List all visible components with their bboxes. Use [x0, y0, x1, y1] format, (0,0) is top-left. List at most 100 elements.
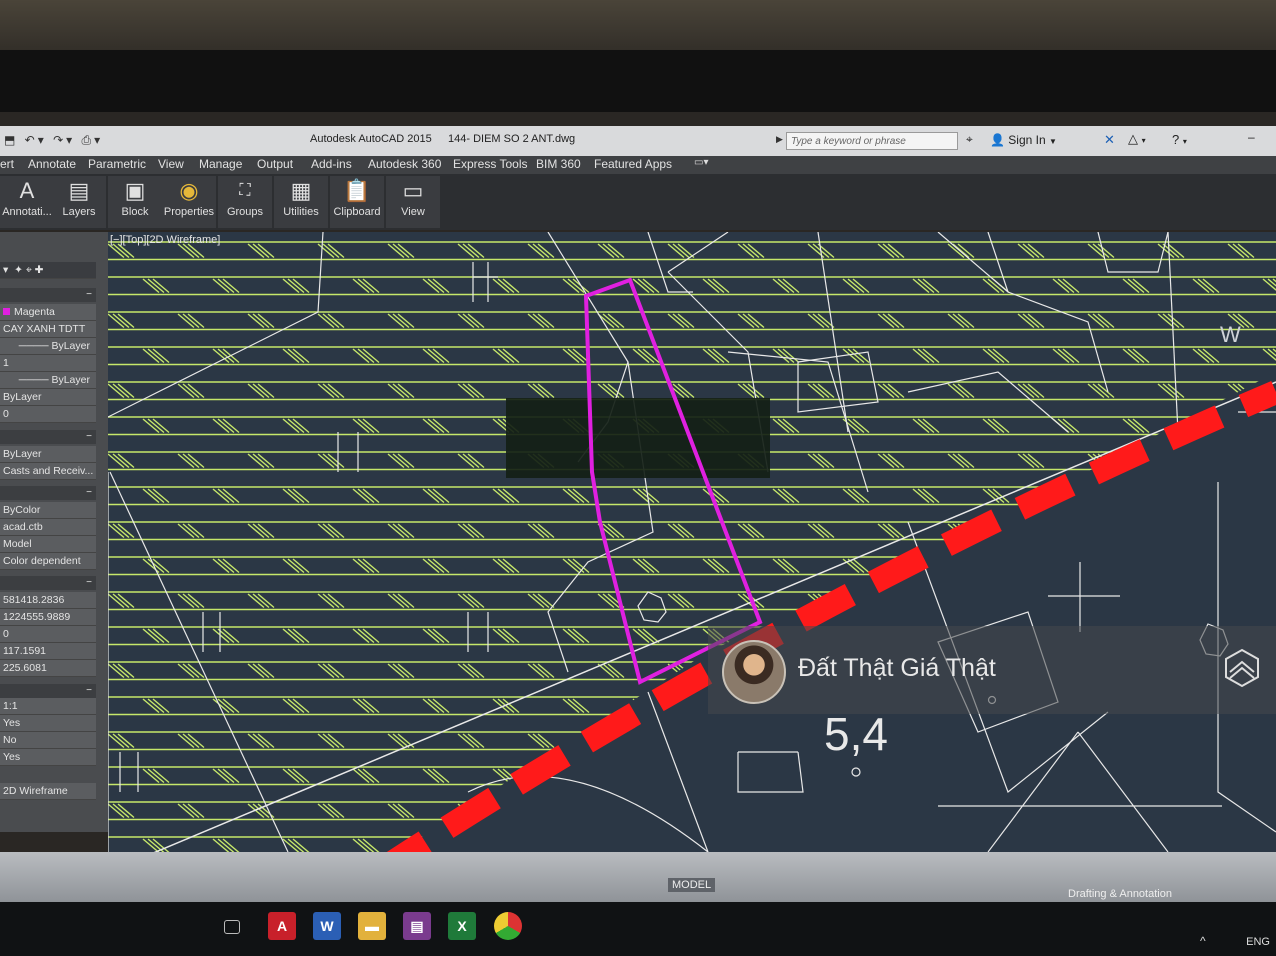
hatch-mark: [1127, 768, 1145, 784]
tab-annotate[interactable]: Annotate: [28, 157, 76, 171]
hatch-mark: [912, 768, 930, 784]
hatch-mark: [1017, 593, 1035, 609]
prop-width[interactable]: 225.6081: [0, 660, 96, 677]
selection-dropdown[interactable]: ▾ ✦ ⌖ ✚: [0, 262, 96, 279]
prop-center-z[interactable]: 0: [0, 626, 96, 643]
prop-plot-type[interactable]: Color dependent: [0, 553, 96, 570]
prop-center-x[interactable]: 581418.2836: [0, 592, 96, 609]
hatch-mark: [1232, 593, 1250, 609]
section-collapse-misc[interactable]: −: [0, 684, 96, 698]
prop-thickness[interactable]: 0: [0, 406, 96, 423]
view-button[interactable]: ▭ View: [386, 176, 440, 228]
workspace-switcher[interactable]: Drafting & Annotation: [1068, 888, 1172, 900]
prop-shadow[interactable]: Casts and Receiv...: [0, 463, 96, 480]
tab-manage[interactable]: Manage: [199, 157, 242, 171]
prop-ucs-icon-on[interactable]: Yes: [0, 715, 96, 732]
clipboard-button[interactable]: 📋 Clipboard: [330, 176, 384, 228]
tab-bim-360[interactable]: BIM 360: [536, 157, 581, 171]
search-expand-icon[interactable]: ▶: [776, 134, 783, 145]
drawing-canvas[interactable]: 5,4 W: [108, 232, 1276, 852]
tab-output[interactable]: Output: [257, 157, 293, 171]
drawing-viewport[interactable]: [−][Top][2D Wireframe] 5,4 W: [108, 232, 1276, 852]
excel-icon[interactable]: X: [448, 912, 476, 940]
prop-material[interactable]: ByLayer: [0, 446, 96, 463]
prop-center-y[interactable]: 1224555.9889: [0, 609, 96, 626]
prop-visual-style[interactable]: 2D Wireframe: [0, 783, 96, 800]
search-input[interactable]: Type a keyword or phrase: [786, 132, 958, 150]
prop-plot-table[interactable]: acad.ctb: [0, 519, 96, 536]
word-icon[interactable]: W: [313, 912, 341, 940]
properties-button[interactable]: ◉ Properties: [162, 176, 216, 228]
clipboard-icon: 📋: [343, 178, 371, 203]
task-view-icon[interactable]: [224, 920, 240, 934]
minimize-icon[interactable]: –: [1248, 130, 1255, 144]
prop-transparency[interactable]: ByLayer: [0, 389, 96, 406]
prop-lineweight[interactable]: ──── ByLayer: [0, 372, 96, 389]
hatch-mark: [852, 838, 870, 852]
utilities-button[interactable]: ▦ Utilities: [274, 176, 328, 228]
hatch-mark: [527, 803, 545, 819]
file-explorer-icon[interactable]: ▬: [358, 912, 386, 940]
autodesk-a360-icon[interactable]: △ ▾: [1128, 131, 1146, 147]
status-bar: MODEL Drafting & Annotation: [0, 852, 1276, 902]
parcel-line: [467, 775, 709, 852]
prop-layer[interactable]: CAY XANH TDTT: [0, 321, 96, 338]
hatch-mark: [1162, 593, 1180, 609]
hatch-mark: [1017, 523, 1035, 539]
prop-linetype[interactable]: ──── ByLayer: [0, 338, 96, 355]
section-collapse-plot[interactable]: −: [0, 486, 96, 500]
help-icon[interactable]: ? ▾: [1172, 132, 1187, 147]
tab-autodesk-360[interactable]: Autodesk 360: [368, 157, 441, 171]
layers-button[interactable]: ▤ Layers: [52, 176, 106, 228]
chrome-icon[interactable]: [494, 912, 522, 940]
block-button[interactable]: ▣ Block: [108, 176, 162, 228]
hatch-mark: [1267, 488, 1276, 504]
prop-height[interactable]: 117.1591: [0, 643, 96, 660]
viewport-controls[interactable]: [−][Top][2D Wireframe]: [110, 234, 220, 246]
autocad-icon[interactable]: A: [268, 912, 296, 940]
tab-featured-apps[interactable]: Featured Apps: [594, 157, 672, 171]
winrar-icon[interactable]: ▤: [403, 912, 431, 940]
prop-ucs-at-origin[interactable]: No: [0, 732, 96, 749]
language-indicator[interactable]: ENG: [1246, 936, 1270, 948]
quick-access-toolbar[interactable]: ⬒ ↶▾ ↷▾ ⎙▾: [4, 133, 103, 148]
prop-plot-attached[interactable]: Model: [0, 536, 96, 553]
tab-insert[interactable]: ert: [0, 157, 14, 171]
groups-button[interactable]: ⛶ Groups: [218, 176, 272, 228]
prop-color[interactable]: Magenta: [0, 304, 96, 321]
hatch-mark: [1127, 558, 1145, 574]
hatch-mark: [1097, 733, 1115, 749]
hatch-mark: [1057, 768, 1075, 784]
prop-plot-style[interactable]: ByColor: [0, 502, 96, 519]
hatch-mark: [1062, 768, 1080, 784]
magenta-swatch-icon: [3, 308, 10, 315]
section-collapse-view[interactable]: −: [0, 576, 96, 590]
model-tab[interactable]: MODEL: [668, 878, 716, 892]
prop-ucs-per-viewport[interactable]: Yes: [0, 749, 96, 766]
sign-in-button[interactable]: 👤 Sign In ▼: [990, 133, 1057, 147]
annotation-button[interactable]: A Annotati...: [0, 176, 54, 228]
groups-label: Groups: [226, 206, 264, 218]
binoculars-icon[interactable]: ⌖: [966, 132, 973, 147]
ribbon-options-icon[interactable]: ▭▾: [694, 157, 708, 168]
tab-add-ins[interactable]: Add-ins: [311, 157, 352, 171]
hatch-mark: [1197, 838, 1215, 852]
section-collapse-3d[interactable]: −: [0, 430, 96, 444]
tab-view[interactable]: View: [158, 157, 184, 171]
properties-palette: ▾ ✦ ⌖ ✚ − Magenta CAY XANH TDTT ──── ByL…: [0, 232, 108, 832]
exchange-apps-icon[interactable]: ✕: [1104, 132, 1115, 148]
prop-annotation-scale[interactable]: 1:1: [0, 698, 96, 715]
prop-linetype-scale[interactable]: 1: [0, 355, 96, 372]
document-title: 144- DIEM SO 2 ANT.dwg: [448, 133, 576, 145]
hatch-mark: [707, 768, 725, 784]
calculator-icon: ▦: [290, 178, 312, 203]
tab-express-tools[interactable]: Express Tools: [453, 157, 527, 171]
viewcube-compass-letter[interactable]: W: [1220, 322, 1241, 347]
tray-expand-icon[interactable]: ^: [1200, 934, 1206, 948]
tab-parametric[interactable]: Parametric: [88, 157, 146, 171]
text-a-icon: A: [19, 178, 35, 203]
hatch-mark: [917, 768, 935, 784]
section-collapse-general[interactable]: −: [0, 288, 96, 302]
selected-parcel-polyline[interactable]: [583, 277, 763, 685]
hatch-mark: [637, 768, 655, 784]
